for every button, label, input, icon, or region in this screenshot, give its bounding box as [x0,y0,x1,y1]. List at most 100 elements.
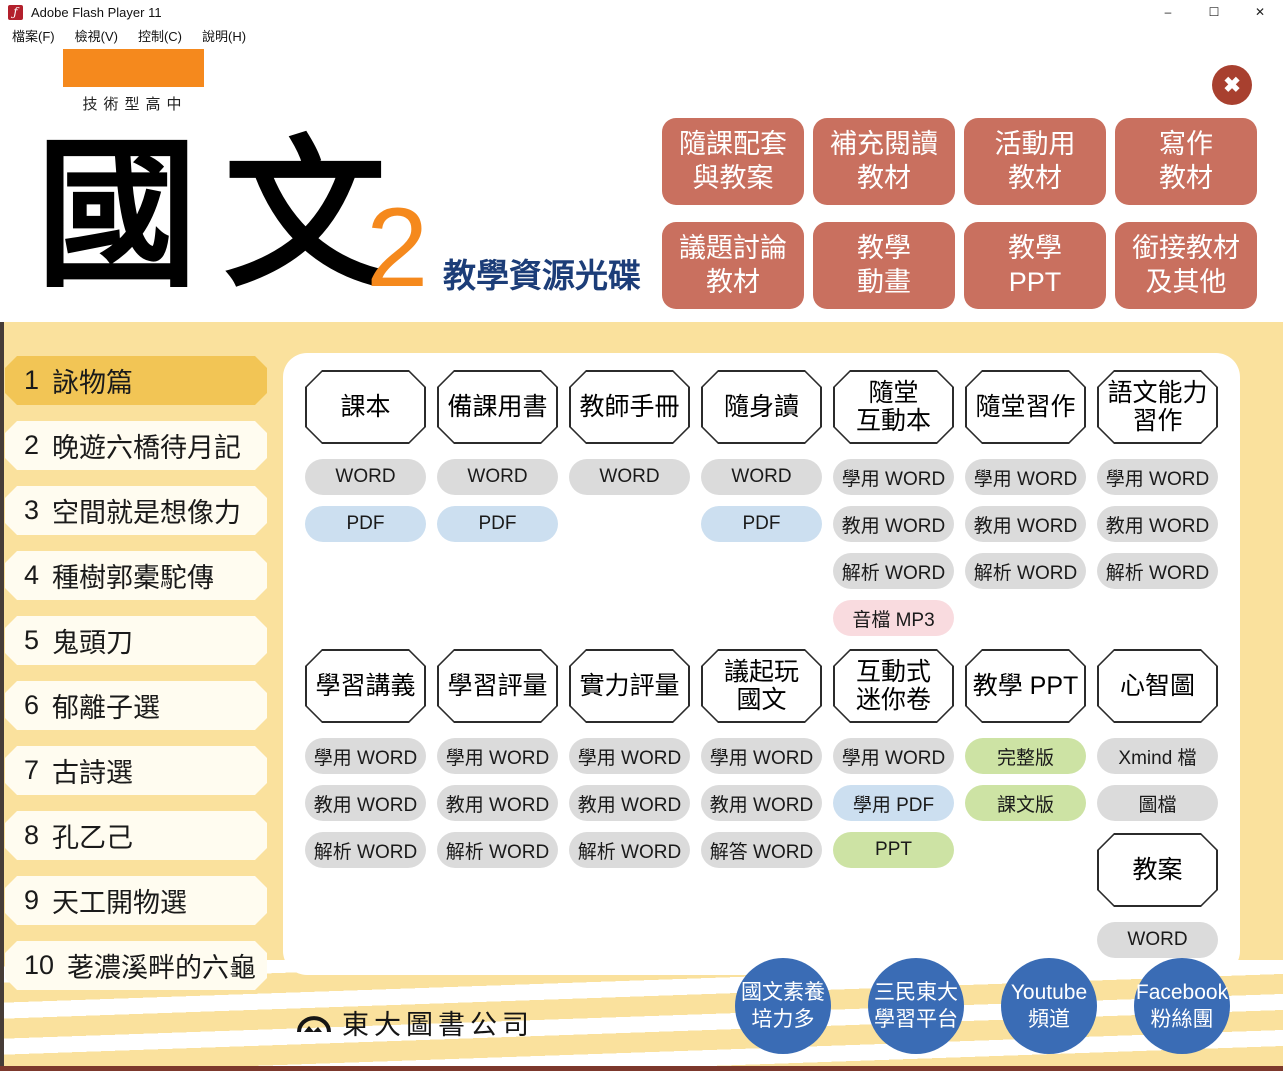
resource-column: 課本 WORD PDF [305,370,426,636]
menu-item-view[interactable]: 檢視(V) [73,26,120,45]
sidebar-item-10[interactable]: 10荖濃溪畔的六龜 [5,941,267,990]
publisher-series-logo [63,49,204,87]
file-chip-學用-word[interactable]: 學用 WORD [569,738,690,774]
close-window-icon[interactable]: ✕ [1237,0,1283,24]
page-subtitle: 教學資源光碟 [443,249,641,297]
resource-header[interactable]: 教案 [1097,833,1218,907]
resource-header[interactable]: 隨身讀 [701,370,822,444]
file-chip-教用-word[interactable]: 教用 WORD [569,785,690,821]
lesson-title: 孔乙己 [52,816,133,855]
file-chip-學用-word[interactable]: 學用 WORD [1097,459,1218,495]
file-chip-解析-word[interactable]: 解析 WORD [965,553,1086,589]
sidebar-item-9[interactable]: 9天工開物選 [5,876,267,925]
file-chip-學用-word[interactable]: 學用 WORD [833,738,954,774]
file-chip-學用-word[interactable]: 學用 WORD [305,738,426,774]
resource-header[interactable]: 學習講義 [305,649,426,723]
footer-links: 國文素養 培力多三民東大 學習平台 Youtube 頻道 Facebook 粉絲團 [735,958,1230,1054]
resource-column: 互動式 迷你卷學用 WORD 學用 PDF PPT [833,649,954,958]
file-chip-word[interactable]: WORD [569,459,690,495]
resource-column: 隨堂習作學用 WORD 教用 WORD 解析 WORD [965,370,1086,636]
resource-header-label: 隨堂 互動本 [835,372,953,443]
resource-header[interactable]: 實力評量 [569,649,690,723]
file-chip-xmind-檔[interactable]: Xmind 檔 [1097,738,1218,774]
file-chip-word[interactable]: WORD [1097,922,1218,958]
category-button-6[interactable]: 教學 動畫 [813,222,955,309]
resource-header[interactable]: 備課用書 [437,370,558,444]
resource-header[interactable]: 隨堂習作 [965,370,1086,444]
sidebar-item-3[interactable]: 3空間就是想像力 [5,486,267,535]
file-chip-學用-word[interactable]: 學用 WORD [701,738,822,774]
file-chip-音檔-mp3[interactable]: 音檔 MP3 [833,600,954,636]
file-chip-圖檔[interactable]: 圖檔 [1097,785,1218,821]
file-chip-解析-word[interactable]: 解析 WORD [1097,553,1218,589]
resource-header-label: 備課用書 [439,372,557,443]
footer-link-literacy[interactable]: 國文素養 培力多 [735,958,831,1054]
left-edge-decoration [0,322,4,1071]
menu-item-control[interactable]: 控制(C) [136,26,184,45]
file-chip-教用-word[interactable]: 教用 WORD [305,785,426,821]
sidebar-item-2[interactable]: 2晚遊六橋待月記 [5,421,267,470]
file-chip-教用-word[interactable]: 教用 WORD [437,785,558,821]
file-chip-教用-word[interactable]: 教用 WORD [965,506,1086,542]
resource-header[interactable]: 學習評量 [437,649,558,723]
file-chip-word[interactable]: WORD [437,459,558,495]
file-chip-ppt[interactable]: PPT [833,832,954,868]
category-button-8[interactable]: 銜接教材 及其他 [1115,222,1257,309]
sidebar-item-5[interactable]: 5鬼頭刀 [5,616,267,665]
sidebar-item-7[interactable]: 7古詩選 [5,746,267,795]
category-button-2[interactable]: 補充閱讀 教材 [813,118,955,205]
resource-column: 語文能力 習作學用 WORD 教用 WORD 解析 WORD [1097,370,1218,636]
resource-header[interactable]: 心智圖 [1097,649,1218,723]
file-chip-學用-word[interactable]: 學用 WORD [965,459,1086,495]
lesson-sidebar: 1詠物篇 2晚遊六橋待月記 3空間就是想像力 4種樹郭橐駝傳 5鬼頭刀 6郁離子選 7古詩選… [5,356,267,1006]
file-chip-課文版[interactable]: 課文版 [965,785,1086,821]
menu-item-file[interactable]: 檔案(F) [10,26,57,45]
resource-header[interactable]: 互動式 迷你卷 [833,649,954,723]
file-chip-pdf[interactable]: PDF [437,506,558,542]
resource-header[interactable]: 隨堂 互動本 [833,370,954,444]
resource-header-label: 教師手冊 [571,372,689,443]
sidebar-item-4[interactable]: 4種樹郭橐駝傳 [5,551,267,600]
category-button-3[interactable]: 活動用 教材 [964,118,1106,205]
sidebar-item-6[interactable]: 6郁離子選 [5,681,267,730]
resource-header[interactable]: 議起玩 國文 [701,649,822,723]
file-chip-完整版[interactable]: 完整版 [965,738,1086,774]
file-chip-word[interactable]: WORD [305,459,426,495]
maximize-window-icon[interactable]: ☐ [1191,0,1237,24]
minimize-window-icon[interactable]: – [1145,0,1191,24]
footer-link-sanmin-platform[interactable]: 三民東大 學習平台 [868,958,964,1054]
file-chip-教用-word[interactable]: 教用 WORD [1097,506,1218,542]
resource-header[interactable]: 教師手冊 [569,370,690,444]
file-chip-教用-word[interactable]: 教用 WORD [701,785,822,821]
file-chip-解析-word[interactable]: 解析 WORD [305,832,426,868]
file-chip-教用-word[interactable]: 教用 WORD [833,506,954,542]
menu-item-help[interactable]: 說明(H) [200,26,248,45]
file-chip-pdf[interactable]: PDF [701,506,822,542]
file-chip-解答-word[interactable]: 解答 WORD [701,832,822,868]
resource-header[interactable]: 教學 PPT [965,649,1086,723]
sidebar-item-8[interactable]: 8孔乙己 [5,811,267,860]
page-title: 國文 [36,134,412,296]
category-button-5[interactable]: 議題討論 教材 [662,222,804,309]
file-chip-學用-word[interactable]: 學用 WORD [833,459,954,495]
resource-column: 議起玩 國文學用 WORD 教用 WORD 解答 WORD [701,649,822,958]
file-chip-pdf[interactable]: PDF [305,506,426,542]
category-button-1[interactable]: 隨課配套 與教案 [662,118,804,205]
file-chip-學用-pdf[interactable]: 學用 PDF [833,785,954,821]
category-button-7[interactable]: 教學 PPT [964,222,1106,309]
resources-panel: 課本 WORD PDF 備課用書 WORD PDF 教師手冊 WORD 隨身讀 WORD PDF 隨堂… [283,353,1240,975]
sidebar-item-1[interactable]: 1詠物篇 [5,356,267,405]
resource-header-label: 學習講義 [307,651,425,722]
file-chip-解析-word[interactable]: 解析 WORD [437,832,558,868]
close-icon[interactable]: ✖ [1212,65,1252,105]
footer-link-facebook[interactable]: Facebook 粉絲團 [1134,958,1230,1054]
file-chip-學用-word[interactable]: 學用 WORD [437,738,558,774]
file-chip-解析-word[interactable]: 解析 WORD [833,553,954,589]
lesson-number: 9 [24,885,39,916]
footer-link-youtube[interactable]: Youtube 頻道 [1001,958,1097,1054]
resource-header[interactable]: 語文能力 習作 [1097,370,1218,444]
category-button-4[interactable]: 寫作 教材 [1115,118,1257,205]
resource-header[interactable]: 課本 [305,370,426,444]
file-chip-解析-word[interactable]: 解析 WORD [569,832,690,868]
file-chip-word[interactable]: WORD [701,459,822,495]
